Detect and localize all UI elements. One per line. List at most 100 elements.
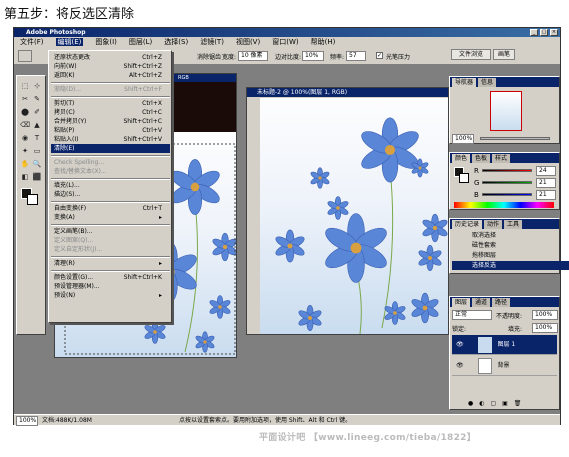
r-slider[interactable] bbox=[482, 169, 532, 172]
menu-item[interactable]: 向前(W) Shift+Ctrl+Z bbox=[51, 62, 170, 71]
tool-icon[interactable]: ⬛ bbox=[32, 173, 42, 182]
menu-6[interactable]: 视图(V) bbox=[236, 38, 260, 46]
menu-7[interactable]: 窗口(W) bbox=[272, 38, 298, 46]
menu-item[interactable]: 清理(R) ▸ bbox=[51, 259, 170, 268]
history-item[interactable]: 拖移图层 bbox=[452, 251, 569, 260]
tool-icon[interactable]: ✐ bbox=[32, 108, 42, 117]
menu-item[interactable]: 颜色设置(G)... Shift+Ctrl+K bbox=[51, 273, 170, 282]
file-browser-tab[interactable]: 文件浏览 bbox=[451, 49, 491, 60]
color-ramp[interactable] bbox=[454, 202, 554, 208]
tab-navigator[interactable]: 导航器 bbox=[452, 78, 477, 87]
pressure-label: 光笔压力 bbox=[386, 54, 411, 61]
tool-icon[interactable]: ✦ bbox=[20, 147, 30, 156]
tab-channels[interactable]: 通道 bbox=[472, 298, 491, 307]
tool-icon[interactable]: ⬚ bbox=[20, 82, 30, 91]
tab-history[interactable]: 历史记录 bbox=[452, 220, 483, 229]
width-field[interactable]: 10 像素 bbox=[238, 51, 268, 61]
tool-icon[interactable]: ✋ bbox=[20, 160, 30, 169]
menu-item[interactable]: 预设(N) ▸ bbox=[51, 291, 170, 300]
minimize-button[interactable]: _ bbox=[530, 29, 538, 36]
tool-icon[interactable]: ▲ bbox=[32, 121, 42, 130]
menu-item[interactable]: 清除(E) bbox=[51, 144, 170, 153]
tool-icon[interactable]: ⬤ bbox=[20, 108, 30, 117]
layer-row-layer1[interactable]: 👁 图层 1 bbox=[452, 335, 557, 355]
menu-item[interactable]: 描边(S)... bbox=[51, 190, 170, 199]
menu-8[interactable]: 帮助(H) bbox=[311, 38, 336, 46]
b-slider[interactable] bbox=[482, 193, 532, 196]
tool-icon[interactable]: ⊹ bbox=[32, 82, 42, 91]
background-swatch[interactable] bbox=[459, 173, 469, 183]
flower bbox=[411, 292, 439, 324]
menu-item[interactable]: 自由变换(F) Ctrl+T bbox=[51, 204, 170, 213]
tab-actions[interactable]: 动作 bbox=[484, 220, 503, 229]
edit-menu: 还原状态更改 Ctrl+Z 向前(W) Shift+Ctrl+Z 返回(K) Alt+Ct… bbox=[48, 50, 172, 323]
menu-item[interactable]: 拷贝(C) Ctrl+C bbox=[51, 108, 170, 117]
tab-info[interactable]: 信息 bbox=[478, 78, 497, 87]
tab-layers[interactable]: 图层 bbox=[452, 298, 471, 307]
background-color-icon[interactable] bbox=[27, 194, 38, 205]
navigator-thumbnail[interactable] bbox=[490, 91, 522, 131]
pressure-checkbox[interactable]: ✓ bbox=[376, 52, 383, 59]
menu-3[interactable]: 图层(L) bbox=[129, 38, 152, 46]
tab-swatches[interactable]: 色板 bbox=[472, 154, 491, 163]
menu-item[interactable]: 预设管理器(M)... bbox=[51, 282, 170, 291]
menu-separator bbox=[51, 201, 170, 203]
history-item[interactable]: 磁性套索 bbox=[452, 241, 569, 250]
navigator-zoom-slider[interactable] bbox=[480, 137, 550, 140]
history-item[interactable]: 取消选择 bbox=[452, 231, 569, 240]
tool-icon[interactable]: T bbox=[32, 134, 42, 143]
menu-item[interactable]: 变换(A) ▸ bbox=[51, 213, 170, 222]
layer-buttons[interactable]: ●◐▢▣🗑 bbox=[452, 399, 557, 408]
r-field[interactable]: 24 bbox=[536, 166, 556, 176]
menu-1[interactable]: 编辑(E) bbox=[55, 38, 84, 46]
opacity-field[interactable]: 100% bbox=[532, 310, 558, 320]
menu-2[interactable]: 图象(I) bbox=[95, 38, 117, 46]
menu-item[interactable]: 粘贴入(I) Shift+Ctrl+V bbox=[51, 135, 170, 144]
frequency-field[interactable]: 57 bbox=[346, 51, 366, 61]
menu-item[interactable]: 合并拷贝(Y) Shift+Ctrl+C bbox=[51, 117, 170, 126]
tool-icon[interactable]: ✂ bbox=[20, 95, 30, 104]
g-field[interactable]: 21 bbox=[536, 178, 556, 188]
tab-paths[interactable]: 路径 bbox=[492, 298, 511, 307]
history-item[interactable]: 选择反选 bbox=[452, 261, 569, 270]
tab-tool-presets[interactable]: 工具 bbox=[504, 220, 523, 229]
menu-item[interactable]: 定义画笔(B)... bbox=[51, 227, 170, 236]
menu-item[interactable]: 剪切(T) Ctrl+X bbox=[51, 99, 170, 108]
menu-0[interactable]: 文件(F) bbox=[20, 38, 44, 46]
menu-item[interactable]: 还原状态更改 Ctrl+Z bbox=[51, 53, 170, 62]
tool-icon[interactable]: ⌫ bbox=[20, 121, 30, 130]
menu-item[interactable]: 填充(L)... bbox=[51, 181, 170, 190]
layer-row-background[interactable]: 👁 背景 bbox=[452, 356, 557, 376]
status-zoom-field[interactable]: 100% bbox=[16, 416, 38, 426]
navigator-zoom-field[interactable]: 100% bbox=[452, 134, 474, 144]
tool-icon[interactable]: ◉ bbox=[20, 134, 30, 143]
tab-styles[interactable]: 样式 bbox=[492, 154, 511, 163]
eye-icon[interactable]: 👁 bbox=[456, 362, 464, 369]
lasso-tool-icon[interactable] bbox=[18, 50, 32, 62]
eye-icon[interactable]: 👁 bbox=[456, 341, 464, 348]
tool-icon[interactable]: ◧ bbox=[20, 173, 30, 182]
tool-icon[interactable]: 🔍 bbox=[32, 160, 42, 169]
blend-mode-select[interactable]: 正常 bbox=[452, 310, 492, 320]
fill-field[interactable]: 100% bbox=[532, 323, 558, 333]
tool-icon[interactable]: ▭ bbox=[32, 147, 42, 156]
flower bbox=[144, 320, 166, 344]
flower-image-right bbox=[275, 117, 448, 335]
tool-icon[interactable]: ✎ bbox=[32, 95, 42, 104]
maximize-button[interactable]: □ bbox=[540, 29, 548, 36]
document-right: 未标题-2 @ 100%(图层 1, RGB) bbox=[246, 87, 449, 335]
b-field[interactable]: 21 bbox=[536, 190, 556, 200]
edge-contrast-field[interactable]: 10% bbox=[302, 51, 324, 61]
menu-item[interactable]: 粘贴(P) Ctrl+V bbox=[51, 126, 170, 135]
close-button[interactable]: × bbox=[550, 29, 558, 36]
brushes-tab[interactable]: 画笔 bbox=[493, 49, 515, 60]
document-right-canvas[interactable] bbox=[260, 98, 448, 335]
g-slider[interactable] bbox=[482, 181, 532, 184]
tab-color[interactable]: 颜色 bbox=[452, 154, 471, 163]
menu-item-shortcut: Shift+Ctrl+K bbox=[123, 274, 162, 281]
menu-item-shortcut: Ctrl+C bbox=[142, 109, 162, 116]
menu-item[interactable]: 返回(K) Alt+Ctrl+Z bbox=[51, 71, 170, 80]
menu-4[interactable]: 选择(S) bbox=[164, 38, 188, 46]
flower bbox=[327, 196, 349, 220]
menu-5[interactable]: 滤镜(T) bbox=[200, 38, 224, 46]
